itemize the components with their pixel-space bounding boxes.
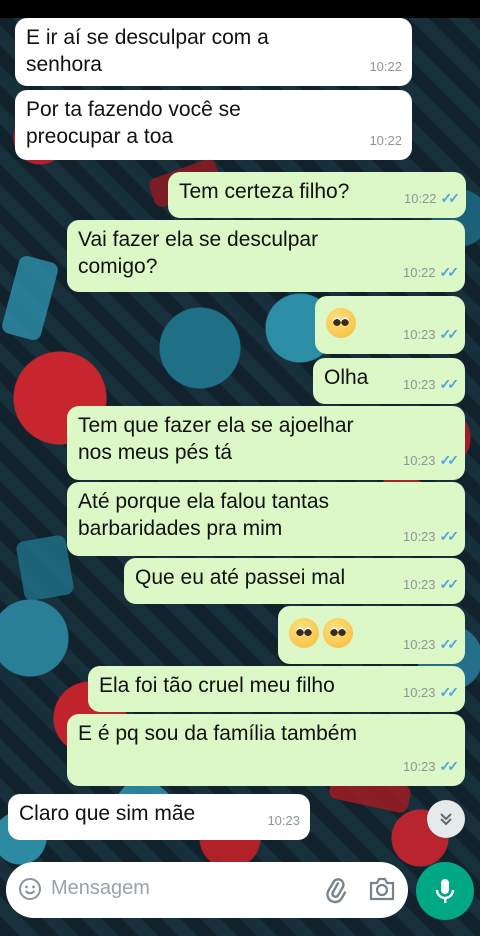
pleading-face-emoji-icon: [289, 618, 319, 648]
message-time: 10:23: [402, 759, 436, 774]
message-time: 10:23: [402, 327, 436, 342]
outgoing-message[interactable]: Que eu até passei mal 10:23 ✓✓: [124, 558, 465, 604]
outgoing-message[interactable]: Tem certeza filho? 10:22 ✓✓: [168, 172, 466, 218]
message-meta: 10:22 ✓✓: [403, 185, 461, 212]
message-text: Que eu até passei mal: [135, 566, 346, 589]
message-time: 10:22: [369, 59, 402, 74]
outgoing-message[interactable]: Tem que fazer ela se ajoelhar nos meus p…: [67, 406, 465, 480]
message-text: Até porque ela falou tantas barbaridades…: [78, 490, 330, 540]
outgoing-message[interactable]: Vai fazer ela se desculpar comigo? 10:22 ✓…: [67, 220, 465, 292]
outgoing-message[interactable]: Até porque ela falou tantas barbaridades…: [67, 482, 465, 556]
double-check-icon: ✓✓: [439, 636, 460, 652]
smiley-icon[interactable]: [18, 877, 42, 901]
message-text: Olha: [324, 366, 369, 389]
message-text: Tem certeza filho?: [179, 180, 350, 203]
double-check-icon: ✓✓: [440, 190, 461, 206]
message-time: 10:23: [267, 813, 300, 828]
message-meta: 10:22 ✓✓: [402, 259, 460, 286]
message-text: [326, 308, 380, 338]
message-time: 10:22: [402, 265, 436, 280]
message-time: 10:23: [402, 529, 436, 544]
message-text: Vai fazer ela se desculpar comigo?: [78, 228, 319, 278]
double-check-icon: ✓✓: [439, 326, 460, 342]
message-meta: 10:23 ✓✓: [402, 371, 460, 398]
message-time: 10:23: [402, 685, 436, 700]
outgoing-message[interactable]: Ela foi tão cruel meu filho 10:23 ✓✓: [88, 666, 465, 712]
message-time: 10:22: [369, 133, 402, 148]
message-time: 10:22: [403, 191, 437, 206]
message-meta: 10:22: [369, 127, 402, 154]
double-check-icon: ✓✓: [439, 758, 460, 774]
message-text: Tem que fazer ela se ajoelhar nos meus p…: [78, 414, 354, 464]
incoming-message[interactable]: E ir aí se desculpar com a senhora 10:22: [15, 18, 412, 86]
double-check-icon: ✓✓: [439, 376, 460, 392]
double-check-icon: ✓✓: [439, 576, 460, 592]
pleading-face-emoji-icon: [326, 308, 356, 338]
scroll-to-bottom-button[interactable]: [427, 800, 465, 838]
message-meta: 10:23 ✓✓: [402, 753, 460, 780]
message-text: Claro que sim mãe: [19, 802, 196, 825]
message-text: Ela foi tão cruel meu filho: [99, 674, 335, 697]
message-time: 10:23: [402, 637, 436, 652]
incoming-message[interactable]: Claro que sim mãe 10:23: [8, 794, 310, 840]
message-composer: Mensagem: [6, 862, 408, 918]
message-text: [289, 618, 380, 648]
double-check-icon: ✓✓: [439, 452, 460, 468]
double-check-icon: ✓✓: [439, 528, 460, 544]
outgoing-message[interactable]: Olha 10:23 ✓✓: [313, 358, 465, 404]
message-text: E ir aí se desculpar com a senhora: [26, 26, 269, 76]
outgoing-message[interactable]: 10:23 ✓✓: [315, 296, 465, 354]
message-meta: 10:23 ✓✓: [402, 447, 460, 474]
paperclip-icon[interactable]: [322, 876, 348, 904]
outgoing-message[interactable]: 10:23 ✓✓: [278, 606, 465, 664]
camera-icon[interactable]: [368, 876, 396, 902]
message-meta: 10:23 ✓✓: [402, 631, 460, 658]
message-input[interactable]: Mensagem: [51, 877, 150, 900]
message-time: 10:23: [402, 453, 436, 468]
message-time: 10:23: [402, 377, 436, 392]
message-text: Por ta fazendo você se preocupar a toa: [26, 98, 241, 148]
double-check-icon: ✓✓: [439, 264, 460, 280]
double-chevron-down-icon: [440, 813, 452, 826]
message-meta: 10:23: [267, 807, 300, 834]
voice-message-button[interactable]: [416, 862, 474, 920]
message-meta: 10:23 ✓✓: [402, 679, 460, 706]
outgoing-message[interactable]: E é pq sou da família também 10:23 ✓✓: [67, 714, 465, 786]
message-meta: 10:23 ✓✓: [402, 321, 460, 348]
message-text: E é pq sou da família também: [78, 722, 357, 745]
status-bar: [0, 0, 480, 18]
pleading-face-emoji-icon: [323, 618, 353, 648]
double-check-icon: ✓✓: [439, 684, 460, 700]
incoming-message[interactable]: Por ta fazendo você se preocupar a toa 10…: [15, 90, 412, 160]
message-meta: 10:23 ✓✓: [402, 571, 460, 598]
microphone-icon: [435, 879, 455, 903]
message-time: 10:23: [402, 577, 436, 592]
message-meta: 10:22: [369, 53, 402, 80]
message-meta: 10:23 ✓✓: [402, 523, 460, 550]
